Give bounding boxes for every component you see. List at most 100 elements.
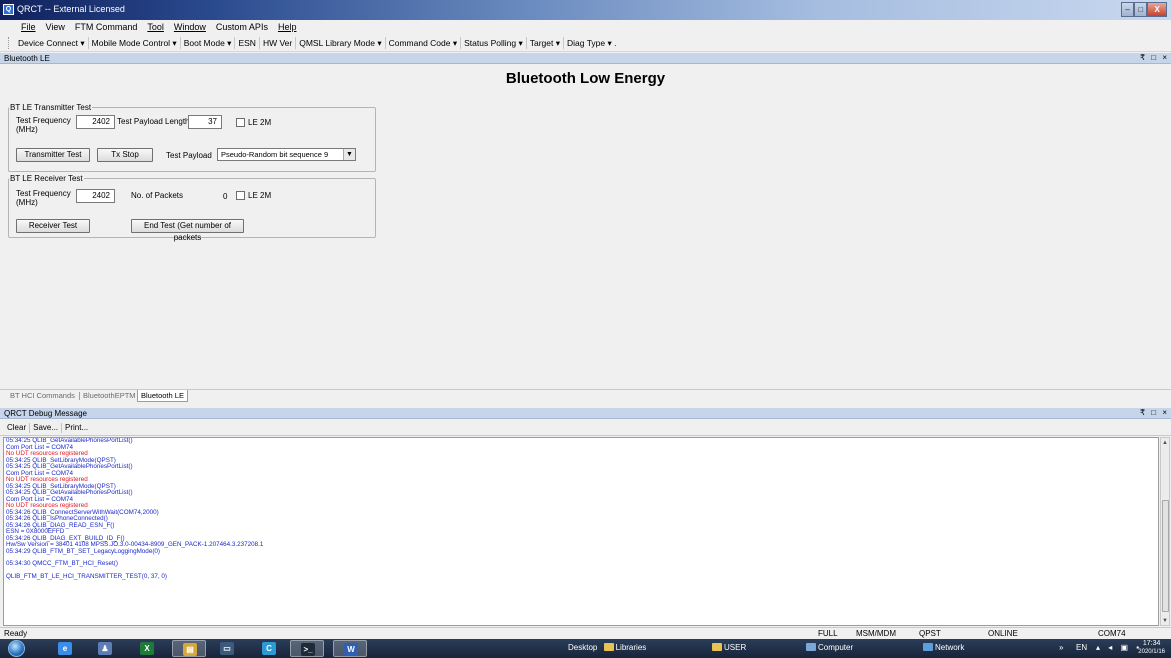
window-title: QRCT -- External Licensed [17, 4, 125, 14]
toolbar-grip[interactable] [8, 36, 11, 49]
taskbar-app-1[interactable]: ♟ [88, 640, 122, 657]
tx-freq-input[interactable]: 2402 [76, 115, 115, 129]
minimize-button[interactable]: – [1121, 2, 1135, 17]
ble-panel-header: Bluetooth LE ₹ □ × [0, 53, 1171, 64]
rx-freq-label: Test Frequency (MHz) [16, 189, 71, 207]
user-folder[interactable]: USER [712, 643, 746, 652]
libraries-label: Libraries [615, 643, 647, 652]
menu-item-window[interactable]: Window [172, 22, 208, 32]
rx-le2m-box[interactable] [236, 191, 245, 200]
computer-label: Computer [818, 643, 854, 652]
app-icon: Q [3, 4, 14, 15]
payload-length-label: Test Payload Length [117, 117, 190, 126]
toolbar-item-1[interactable]: Mobile Mode Control ▾ [89, 36, 181, 49]
menu-item-ftm-command[interactable]: FTM Command [73, 22, 140, 32]
taskbar-app-2[interactable]: X [130, 640, 164, 657]
menu-item-file[interactable]: File [19, 22, 38, 32]
rx-le2m-label: LE 2M [248, 191, 272, 200]
debug-toolbar: Clear Save... Print... [0, 421, 1171, 436]
packets-value: 0 [223, 192, 228, 201]
tray-icons[interactable]: ▴ ◂ ▣ ▪ [1096, 643, 1142, 652]
tx-freq-label: Test Frequency (MHz) [16, 116, 71, 134]
scroll-thumb[interactable] [1162, 500, 1169, 612]
tx-stop-button[interactable]: Tx Stop [97, 148, 153, 162]
debug-panel-title: QRCT Debug Message [4, 409, 87, 418]
tab-bt-hci-commands[interactable]: BT HCI Commands [10, 390, 75, 402]
windows-logo-icon [8, 640, 25, 657]
log-scrollbar[interactable]: ▲ ▼ [1160, 437, 1170, 626]
toolbar-item-8[interactable]: Target ▾ [527, 36, 564, 49]
toolbar-item-3[interactable]: ESN [235, 36, 260, 49]
tx-le2m-checkbox[interactable]: LE 2M [236, 118, 271, 127]
print-button[interactable]: Print... [62, 423, 91, 433]
ble-panel: Bluetooth Low Energy BT LE Transmitter T… [0, 64, 1171, 386]
menu-item-help[interactable]: Help [276, 22, 299, 32]
close-button[interactable]: X [1147, 2, 1167, 17]
receiver-test-button[interactable]: Receiver Test [16, 219, 90, 233]
start-button[interactable] [6, 639, 30, 658]
test-payload-select[interactable]: Pseudo-Random bit sequence 9 ▼ [217, 148, 356, 161]
toolbar-item-5[interactable]: QMSL Library Mode ▾ [296, 36, 386, 49]
ble-panel-controls[interactable]: ₹ □ × [1140, 53, 1169, 62]
terminal-icon: >_ [301, 643, 315, 656]
taskbar-app-0[interactable]: e [48, 640, 82, 657]
log-line: QLIB_FTM_BT_LE_HCI_TRANSMITTER_TEST(0, 3… [6, 572, 167, 580]
status-qpst: QPST [919, 629, 941, 638]
word-icon: W [344, 643, 358, 656]
taskbar-app-4[interactable]: ▭ [210, 640, 244, 657]
tab-bluetooth-eptm[interactable]: BluetoothEPTM [83, 390, 136, 402]
toolbar-item-0[interactable]: Device Connect ▾ [15, 36, 89, 49]
language-indicator[interactable]: EN [1076, 643, 1087, 652]
computer-link[interactable]: Computer [806, 643, 853, 652]
computer-icon [806, 643, 816, 651]
network-link[interactable]: Network [923, 643, 964, 652]
tx-group-legend: BT LE Transmitter Test [10, 103, 92, 112]
toolbar-item-6[interactable]: Command Code ▾ [386, 36, 462, 49]
toolbar-item-4[interactable]: HW Ver [260, 36, 297, 49]
toolbar-item-2[interactable]: Boot Mode ▾ [181, 36, 236, 49]
clock-time: 17:34 [1142, 640, 1161, 647]
toolbar-item-9[interactable]: Diag Type ▾ . [564, 37, 619, 49]
debug-log[interactable]: 05:34:25 QLIB_GetAvailablePhonesPortList… [3, 437, 1159, 626]
desktop-toolbar[interactable]: Desktop Libraries [568, 643, 646, 652]
rx-freq-input[interactable]: 2402 [76, 189, 115, 203]
packets-label: No. of Packets [131, 191, 184, 200]
menu-item-tool[interactable]: Tool [145, 22, 166, 32]
menu-item-view[interactable]: View [44, 22, 67, 32]
title-bar: Q QRCT -- External Licensed – □ X [0, 0, 1171, 20]
monitor-icon: ▭ [220, 642, 234, 655]
taskbar-app-3[interactable]: ▤ [172, 640, 206, 657]
maximize-button[interactable]: □ [1134, 2, 1148, 17]
end-test-button[interactable]: End Test (Get number of packets [131, 219, 244, 242]
chevron-down-icon[interactable]: ▼ [343, 149, 355, 160]
taskbar: e ♟ X ▤ ▭ C >_ W Desktop Libraries USER Compute… [0, 639, 1171, 658]
test-payload-label: Test Payload [166, 151, 212, 160]
taskbar-app-5[interactable]: C [252, 640, 286, 657]
taskbar-app-6[interactable]: >_ [290, 640, 324, 657]
clock[interactable]: 17:34 2020/1/16 [1138, 640, 1165, 656]
explorer-icon: ▤ [183, 643, 197, 656]
scroll-down-icon[interactable]: ▼ [1162, 618, 1168, 624]
clear-button[interactable]: Clear [4, 423, 31, 433]
user-folder-icon [712, 643, 722, 651]
menu-bar: File View FTM Command Tool Window Custom APIs… [0, 20, 1171, 34]
tx-le2m-box[interactable] [236, 118, 245, 127]
scroll-up-icon[interactable]: ▲ [1162, 440, 1168, 446]
payload-length-input[interactable]: 37 [188, 115, 222, 129]
taskbar-app-7[interactable]: W [333, 640, 367, 657]
rx-group-legend: BT LE Receiver Test [10, 174, 83, 183]
rx-le2m-checkbox[interactable]: LE 2M [236, 191, 271, 200]
page-title: Bluetooth Low Energy [505, 70, 666, 87]
ble-panel-title: Bluetooth LE [4, 54, 50, 63]
window-controls: – □ X [1121, 2, 1167, 17]
debug-panel-controls[interactable]: ₹ □ × [1140, 408, 1169, 417]
toolbar-item-7[interactable]: Status Polling ▾ [461, 36, 527, 49]
save-button[interactable]: Save... [30, 423, 63, 433]
tab-bluetooth-le[interactable]: Bluetooth LE [137, 390, 188, 402]
network-icon [923, 643, 933, 651]
transmitter-test-button[interactable]: Transmitter Test [16, 148, 90, 162]
status-full: FULL [818, 629, 838, 638]
chevron-right-icon[interactable]: » [1059, 643, 1063, 652]
status-port: COM74 [1098, 629, 1126, 638]
menu-item-custom-apis[interactable]: Custom APIs [214, 22, 270, 32]
